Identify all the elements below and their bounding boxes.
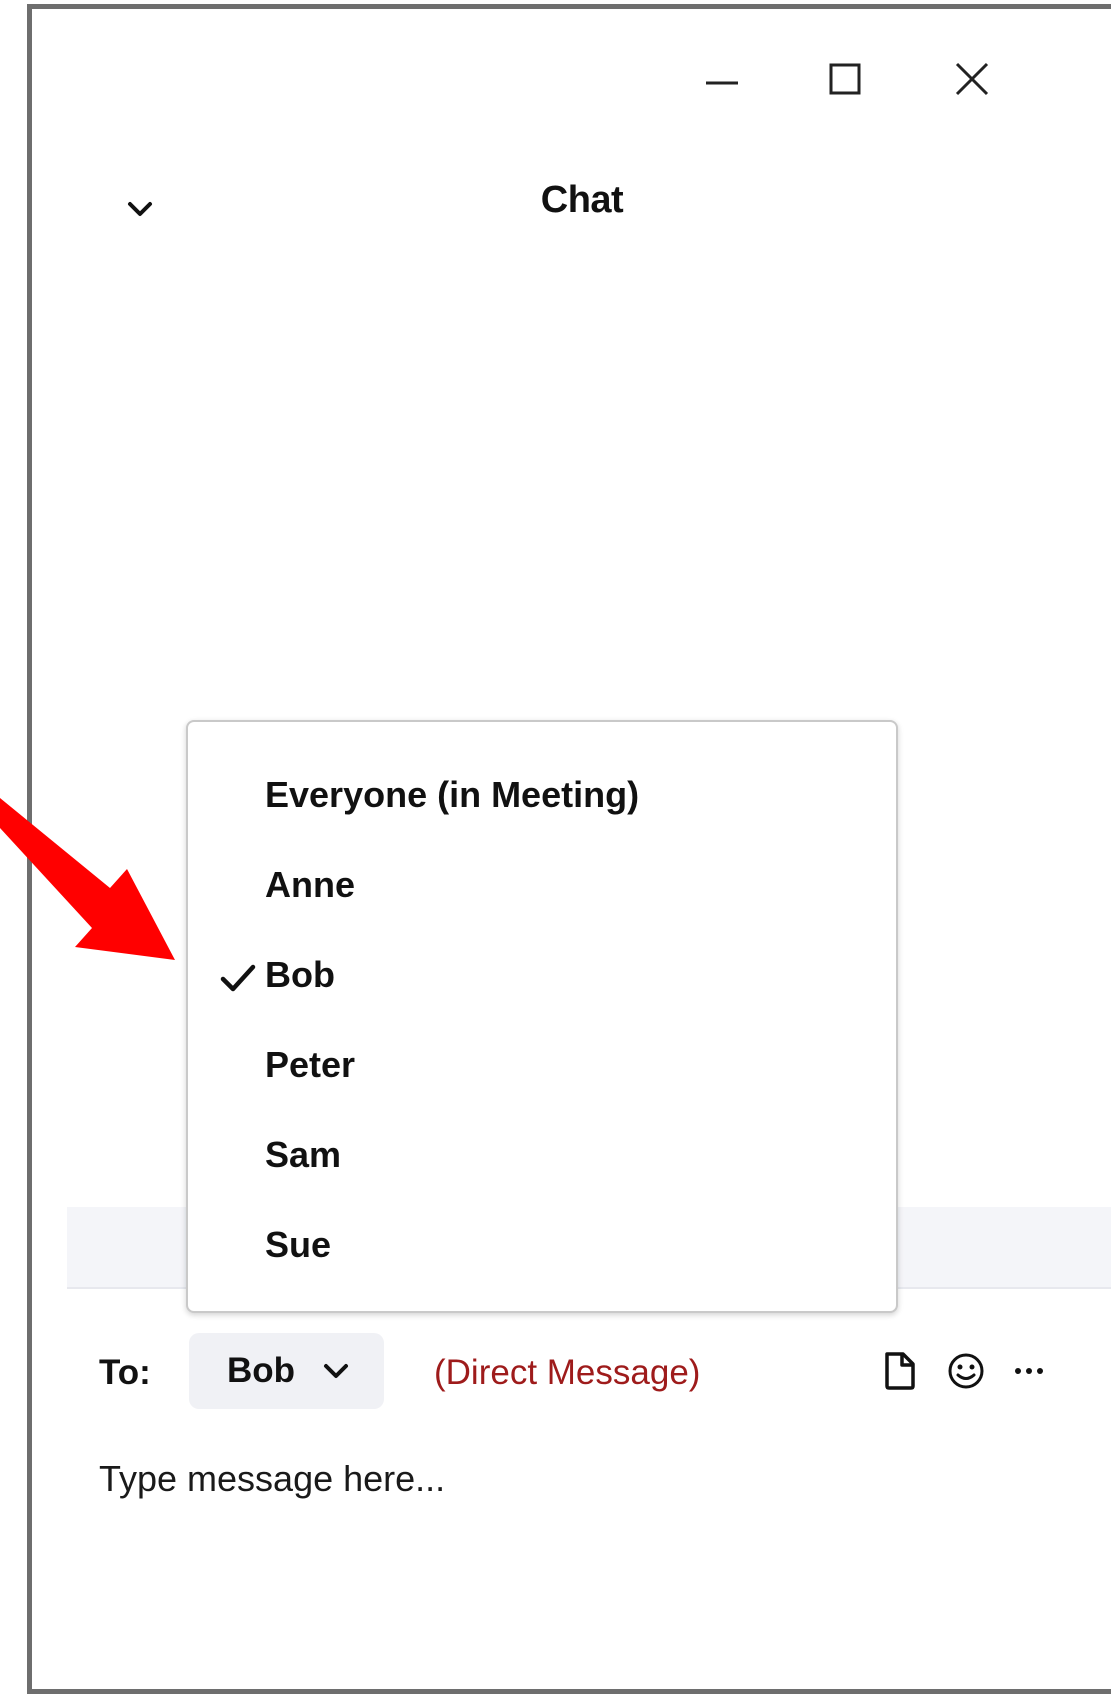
minimize-button[interactable] <box>692 49 752 109</box>
message-input[interactable] <box>99 1449 1059 1509</box>
menu-item-label: Peter <box>265 1044 356 1085</box>
menu-item-label: Sam <box>265 1134 342 1175</box>
emoji-icon <box>948 1353 984 1389</box>
chevron-down-icon <box>323 1362 349 1380</box>
menu-item-bob[interactable]: Bob <box>188 934 896 1014</box>
compose-recipient-row: To: Bob (Direct Message) <box>99 1333 1099 1413</box>
menu-item-anne[interactable]: Anne <box>188 844 896 924</box>
menu-item-peter[interactable]: Peter <box>188 1024 896 1104</box>
recipient-name: Bob <box>227 1351 296 1390</box>
menu-item-everyone[interactable]: Everyone (in Meeting) <box>188 754 896 834</box>
recipient-dropdown-button[interactable]: Bob <box>189 1333 384 1409</box>
menu-item-label: Anne <box>265 864 355 905</box>
more-options-button[interactable] <box>1007 1349 1051 1393</box>
share-file-button[interactable] <box>877 1349 921 1393</box>
checkmark-icon <box>220 964 256 992</box>
minimize-icon <box>706 81 738 85</box>
emoji-button[interactable] <box>944 1349 988 1393</box>
direct-message-label: (Direct Message) <box>434 1353 701 1392</box>
maximize-button[interactable] <box>815 49 875 109</box>
menu-item-sam[interactable]: Sam <box>188 1114 896 1194</box>
close-button[interactable] <box>942 49 1002 109</box>
maximize-icon <box>829 63 861 95</box>
to-label: To: <box>99 1353 151 1392</box>
chat-title: Chat <box>540 179 624 221</box>
annotation-arrow <box>0 798 175 960</box>
menu-item-sue[interactable]: Sue <box>188 1204 896 1284</box>
close-icon <box>955 62 989 96</box>
menu-item-label: Bob <box>265 954 335 995</box>
file-icon <box>885 1352 915 1390</box>
menu-item-label: Sue <box>265 1224 332 1265</box>
recipient-dropdown-menu: Everyone (in Meeting) Anne Bob Peter Sam… <box>186 720 898 1313</box>
menu-item-label: Everyone (in Meeting) <box>265 774 640 815</box>
more-icon <box>1015 1368 1043 1374</box>
